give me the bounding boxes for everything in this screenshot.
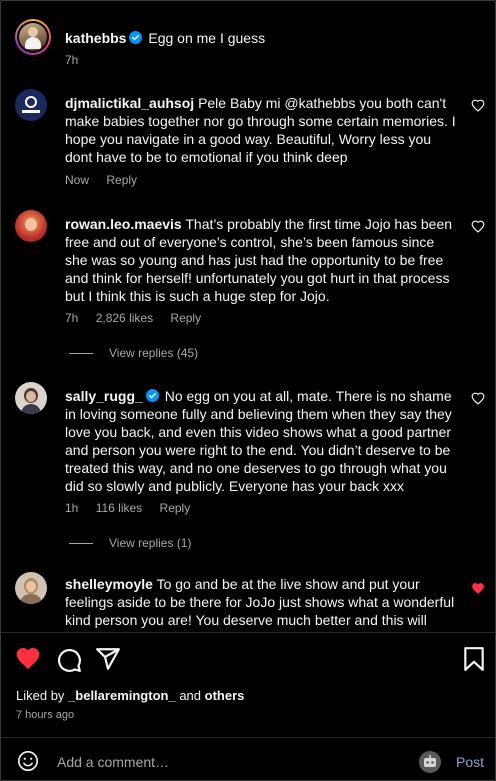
bookmark-icon[interactable] — [461, 646, 487, 672]
view-replies-button[interactable]: View replies (1) — [69, 536, 191, 550]
ai-assistant-icon[interactable] — [418, 751, 442, 773]
verified-badge-icon — [145, 389, 159, 402]
view-replies-button[interactable]: View replies (45) — [69, 346, 198, 360]
caption-username[interactable]: kathebbs — [65, 30, 126, 46]
commenter-avatar[interactable] — [15, 572, 47, 604]
reply-button[interactable]: Reply — [106, 173, 137, 187]
comment-username[interactable]: sally_rugg_ — [65, 388, 143, 404]
commenter-avatar[interactable] — [15, 210, 47, 242]
heart-icon[interactable] — [471, 99, 485, 113]
post-timestamp: 7 hours ago — [16, 709, 75, 721]
reply-button[interactable]: Reply — [160, 501, 191, 515]
add-comment-bar: Post — [1, 742, 495, 780]
comment-username[interactable]: shelleymoyle — [65, 576, 153, 592]
liked-by-user[interactable]: _bellaremington_ — [68, 688, 176, 703]
post-comments-panel: kathebbs Egg on me I guess 7h djmalictik… — [0, 0, 496, 781]
author-avatar[interactable] — [15, 19, 51, 55]
heart-icon[interactable] — [471, 220, 485, 234]
liked-by-and: and — [179, 688, 202, 703]
post-button[interactable]: Post — [456, 754, 484, 770]
section-divider — [1, 737, 495, 738]
heart-icon[interactable] — [471, 392, 485, 406]
comments-list: kathebbs Egg on me I guess 7h djmalictik… — [1, 1, 495, 631]
view-replies-label[interactable]: View replies (1) — [109, 536, 191, 550]
comment-icon[interactable] — [56, 647, 82, 673]
commenter-avatar[interactable] — [15, 382, 47, 414]
comment-time: Now — [65, 173, 90, 187]
verified-badge-icon — [129, 31, 143, 44]
like-count[interactable]: 2,826 likes — [96, 311, 153, 325]
replies-divider — [69, 353, 93, 355]
comment-time: 1h — [65, 501, 79, 515]
caption-time: 7h — [65, 53, 79, 67]
commenter-avatar[interactable] — [15, 89, 47, 121]
replies-divider — [69, 543, 93, 545]
caption-text: Egg on me I guess — [148, 30, 266, 46]
view-replies-label[interactable]: View replies (45) — [109, 346, 198, 360]
like-count[interactable]: 116 likes — [96, 501, 142, 515]
heart-filled-icon[interactable] — [471, 582, 485, 596]
post-actions: Liked by _bellaremington_ and others 7 h… — [1, 633, 495, 745]
comment-username[interactable]: rowan.leo.maevis — [65, 216, 182, 232]
liked-by-summary: Liked by _bellaremington_ and others — [16, 688, 244, 703]
reply-button[interactable]: Reply — [170, 311, 201, 325]
like-heart-filled-icon[interactable] — [15, 646, 41, 672]
comment-input[interactable] — [55, 750, 399, 774]
liked-by-prefix: Liked by — [16, 688, 65, 703]
share-icon[interactable] — [95, 646, 121, 672]
emoji-icon[interactable] — [17, 750, 39, 772]
comment-username[interactable]: djmalictikal_auhsoj — [65, 95, 194, 111]
comment-time: 7h — [65, 311, 79, 325]
liked-by-others[interactable]: others — [205, 688, 245, 703]
